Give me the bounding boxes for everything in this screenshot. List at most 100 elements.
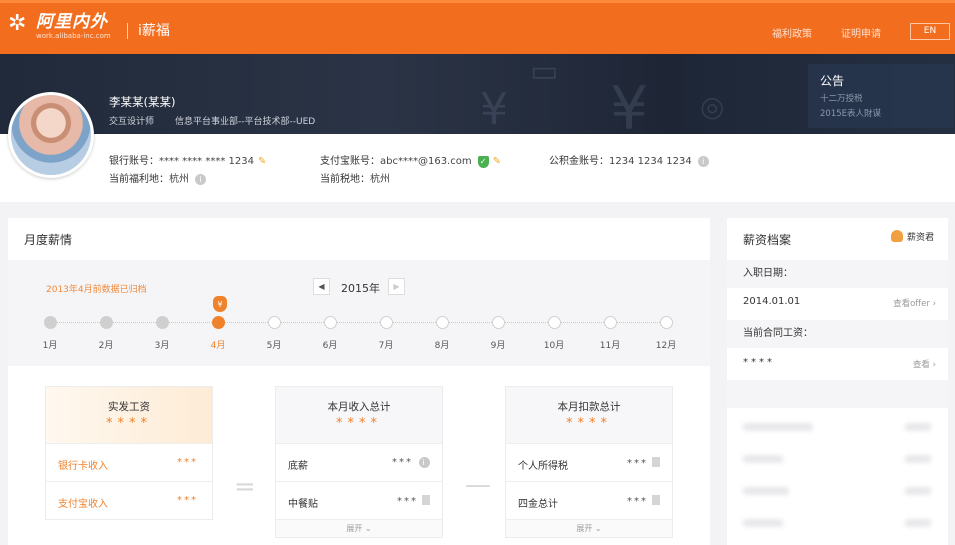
salary-assistant[interactable]: 薪资君: [890, 230, 934, 243]
alibaba-logo[interactable]: ✲ 阿里内外 work.alibaba-inc.com: [8, 13, 111, 41]
card-header: 本月收入总计 ****: [276, 387, 442, 443]
month-dot[interactable]: [212, 316, 225, 329]
row-label: 个人所得税: [518, 461, 568, 472]
nav-certificate-apply[interactable]: 证明申请: [841, 25, 881, 40]
month-label[interactable]: 1月: [35, 338, 65, 351]
edit-pencil-icon[interactable]: ✎: [493, 156, 501, 167]
alipay-account: 支付宝账号：abc****@163.com ✓ ✎: [320, 152, 501, 168]
housing-fund-label: 公积金账号：: [549, 156, 609, 167]
minus-sign: —: [465, 470, 491, 500]
expand-button[interactable]: 展开 ⌄: [276, 519, 442, 537]
month-dot[interactable]: [492, 316, 505, 329]
month-label[interactable]: 8月: [427, 338, 457, 351]
month-label[interactable]: 12月: [651, 338, 681, 351]
month-label[interactable]: 5月: [259, 338, 289, 351]
next-year-button[interactable]: ▶: [388, 278, 405, 295]
card-row[interactable]: 底薪 *** i: [276, 443, 442, 481]
user-name: 李某某(某某): [109, 95, 176, 109]
prev-year-button[interactable]: ◀: [313, 278, 330, 295]
card-row[interactable]: 四金总计 ***: [506, 481, 672, 519]
user-title: 交互设计师: [109, 117, 155, 127]
salary-profile-panel: 薪资档案 薪资君 入职日期： 2014.01.01 查看offer › 当前合同…: [727, 218, 948, 545]
document-icon[interactable]: [652, 495, 660, 505]
bank-account-value: **** **** **** 1234: [159, 156, 254, 167]
card-title: 实发工资: [108, 401, 150, 413]
income-total-card: 本月收入总计 **** 底薪 *** i 中餐贴 *** 展开 ⌄: [275, 386, 443, 538]
timeline-track: [50, 322, 670, 323]
row-value: ***: [177, 495, 198, 506]
month-label[interactable]: 6月: [315, 338, 345, 351]
info-icon[interactable]: i: [419, 457, 430, 468]
month-label[interactable]: 2月: [91, 338, 121, 351]
month-timeline: 2013年4月前数据已归档 ◀ 2015年 ▶ ¥ 1月 2月 3月 4月 5月 6月 7月…: [8, 260, 710, 366]
chevron-right-icon: ›: [932, 360, 936, 370]
view-offer-link[interactable]: 查看offer ›: [893, 297, 936, 309]
logo-icon: ✲: [8, 11, 27, 36]
month-dot[interactable]: [100, 316, 113, 329]
notice-panel[interactable]: 公告 十二万授税 2015E表人財谋: [808, 64, 954, 128]
month-dot[interactable]: [324, 316, 337, 329]
month-dot[interactable]: [44, 316, 57, 329]
notice-item[interactable]: 十二万授税: [820, 92, 863, 104]
divider: [127, 23, 128, 39]
month-dot[interactable]: [268, 316, 281, 329]
money-bag-icon: ¥: [610, 74, 649, 134]
panel-title: 薪资档案: [743, 233, 792, 247]
month-label[interactable]: 4月: [203, 338, 233, 351]
language-button[interactable]: EN: [910, 23, 950, 40]
deduction-total-card: 本月扣款总计 **** 个人所得税 *** 四金总计 *** 展开 ⌄: [505, 386, 673, 538]
app-name: i薪福: [138, 23, 170, 39]
blurred-row: [743, 455, 783, 463]
card-row[interactable]: 银行卡收入 ***: [46, 443, 212, 481]
edit-pencil-icon[interactable]: ✎: [258, 156, 266, 167]
month-dot[interactable]: [436, 316, 449, 329]
expand-button[interactable]: 展开 ⌄: [506, 519, 672, 537]
card-row[interactable]: 个人所得税 ***: [506, 443, 672, 481]
hire-date-label: 入职日期：: [727, 260, 948, 288]
month-dot[interactable]: [380, 316, 393, 329]
row-label: 底薪: [288, 461, 308, 472]
month-dot[interactable]: [156, 316, 169, 329]
masked-amount: ****: [566, 416, 612, 431]
month-label[interactable]: 3月: [147, 338, 177, 351]
month-label[interactable]: 7月: [371, 338, 401, 351]
blurred-section: [727, 380, 948, 408]
blurred-row: [743, 487, 789, 495]
user-department: 信息平台事业部--平台技术部--UED: [175, 117, 316, 127]
blurred-row: [905, 487, 931, 495]
equals-sign: =: [234, 472, 256, 502]
chevron-down-icon: ⌄: [364, 524, 372, 533]
month-label[interactable]: 9月: [483, 338, 513, 351]
avatar[interactable]: [8, 92, 94, 178]
welfare-location: 当前福利地：杭州 i: [109, 170, 206, 185]
housing-fund-account: 公积金账号：1234 1234 1234 i: [549, 152, 709, 167]
actual-salary-card: 实发工资 **** 银行卡收入 *** 支付宝收入 ***: [45, 386, 213, 520]
document-icon[interactable]: [652, 457, 660, 467]
card-icon: ▭: [530, 54, 559, 89]
nav-welfare-policy[interactable]: 福利政策: [772, 25, 812, 40]
alipay-account-label: 支付宝账号：: [320, 156, 380, 167]
month-dot[interactable]: [548, 316, 561, 329]
month-dot[interactable]: [604, 316, 617, 329]
info-icon[interactable]: i: [195, 174, 206, 185]
chevron-down-icon: ⌄: [594, 524, 602, 533]
card-title: 本月收入总计: [327, 401, 391, 413]
view-link[interactable]: 查看 ›: [913, 358, 936, 370]
money-bag-icon: ¥: [480, 84, 508, 134]
month-label[interactable]: 11月: [595, 338, 625, 351]
month-label[interactable]: 10月: [539, 338, 569, 351]
row-label: 支付宝收入: [58, 499, 108, 510]
card-header: 实发工资 ****: [46, 387, 212, 443]
card-row[interactable]: 中餐贴 ***: [276, 481, 442, 519]
card-row[interactable]: 支付宝收入 ***: [46, 481, 212, 519]
document-icon[interactable]: [422, 495, 430, 505]
info-icon[interactable]: i: [697, 156, 709, 167]
hire-date-value: 2014.01.01: [743, 296, 801, 307]
chevron-right-icon: ›: [932, 299, 936, 309]
notice-item[interactable]: 2015E表人財谋: [820, 107, 881, 119]
blurred-row: [905, 519, 931, 527]
masked-amount: ****: [106, 416, 152, 431]
housing-fund-value: 1234 1234 1234: [609, 156, 692, 167]
tax-location-value: 杭州: [370, 174, 390, 185]
month-dot[interactable]: [660, 316, 673, 329]
